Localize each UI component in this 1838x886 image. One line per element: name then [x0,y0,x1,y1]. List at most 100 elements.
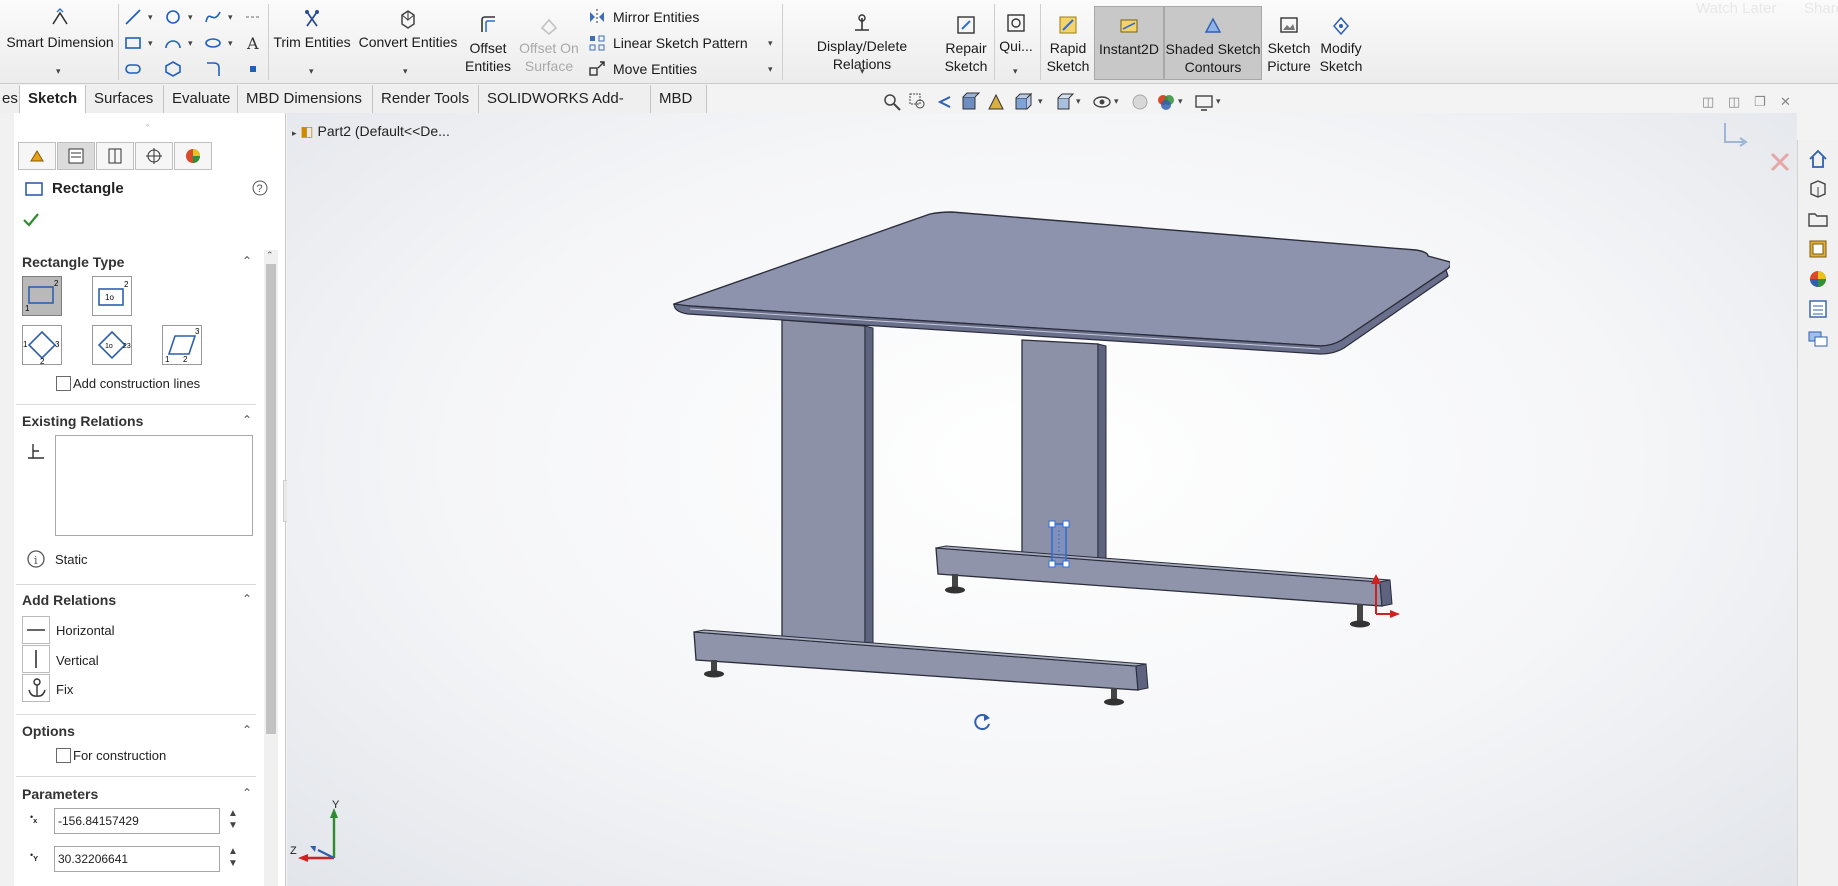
zoom-to-area-icon[interactable] [908,92,928,112]
configurationmanager-tab[interactable] [96,142,134,170]
fillet-icon[interactable] [204,60,222,78]
rectangle-icon[interactable] [124,34,142,52]
tab-features[interactable]: es [0,85,20,113]
rapid-sketch-button[interactable]: Rapid Sketch [1042,14,1094,75]
tab-mbd[interactable]: MBD [651,85,707,113]
view-orientation-dropdown-icon[interactable]: ▾ [1038,96,1043,107]
close-window-icon[interactable]: ✕ [1780,94,1791,110]
cancel-sketch-icon[interactable] [1768,150,1792,174]
sketched-rectangle[interactable] [1048,520,1070,568]
mirror-entities-button[interactable]: Mirror Entities [613,9,699,25]
instant2d-button[interactable]: Instant2D [1094,6,1164,80]
parallelogram-button[interactable]: 1 2 3 [162,325,202,365]
sketch-picture-button[interactable]: Sketch Picture [1264,14,1314,75]
polygon-icon[interactable] [164,60,182,78]
fix-relation-label[interactable]: Fix [56,682,73,697]
3-point-center-rectangle-button[interactable]: 1o 23 [92,325,132,365]
point-icon[interactable] [244,60,262,78]
circle-icon[interactable] [164,8,182,26]
appearances-icon[interactable] [1807,268,1829,290]
x-coordinate-input[interactable]: -156.84157429 [54,808,220,834]
tab-mbd-dimensions[interactable]: MBD Dimensions [238,85,373,113]
centerline-icon[interactable] [244,8,262,26]
quick-snaps-dropdown-icon[interactable]: ▾ [1013,66,1018,77]
scroll-up-icon[interactable]: ⌃ [266,250,274,261]
design-library-icon[interactable] [1807,178,1829,200]
repair-sketch-button[interactable]: Repair Sketch [940,14,992,75]
dimxpertmanager-tab[interactable] [135,142,173,170]
custom-properties-icon[interactable] [1807,298,1829,320]
x-spinner-icon[interactable]: ▲ ▼ [228,808,238,832]
section-view-icon[interactable] [960,92,980,112]
back-leg[interactable] [935,339,1393,607]
trim-entities-button[interactable]: Trim Entities [272,8,352,51]
tab-evaluate[interactable]: Evaluate [164,85,238,113]
for-construction-checkbox[interactable] [56,748,71,763]
apply-scene-dropdown-icon[interactable]: ▾ [1178,96,1183,107]
exit-sketch-icon[interactable] [1722,120,1756,156]
tab-sketch[interactable]: Sketch [20,85,86,113]
hide-show-dropdown-icon[interactable]: ▾ [1114,96,1119,107]
previous-view-icon[interactable] [934,92,954,112]
help-icon[interactable]: ? [252,180,268,196]
slot-icon[interactable] [124,60,142,78]
expand-arrow-icon[interactable]: ▸ [292,128,297,138]
spline-dropdown-icon[interactable]: ▾ [228,12,233,23]
trim-dropdown-icon[interactable]: ▾ [309,66,314,77]
existing-relations-collapse-icon[interactable]: ⌃ [242,413,252,427]
spline-icon[interactable] [204,8,222,26]
tab-surfaces[interactable]: Surfaces [86,85,164,113]
corner-rectangle-button[interactable]: 12 [22,276,62,316]
shaded-sketch-contours-button[interactable]: Shaded Sketch Contours [1164,6,1262,80]
ellipse-dropdown-icon[interactable]: ▾ [228,38,233,49]
arc-dropdown-icon[interactable]: ▾ [188,38,193,49]
circle-dropdown-icon[interactable]: ▾ [188,12,193,23]
arc-icon[interactable] [164,34,182,52]
view-settings-dropdown-icon[interactable]: ▾ [1216,96,1221,107]
offset-on-surface-button[interactable]: Offset On Surface [516,14,582,75]
view-settings-icon[interactable] [1194,92,1214,112]
view-palette-icon[interactable] [1807,238,1829,260]
apply-scene-icon[interactable] [1156,92,1176,112]
pattern-dropdown-icon[interactable]: ▾ [768,38,773,49]
flyout-tree-root[interactable]: ▸ ◧ Part2 (Default<<De... [292,123,450,140]
line-dropdown-icon[interactable]: ▾ [148,12,153,23]
move-entities-button[interactable]: Move Entities [613,61,697,77]
horizontal-relation-button[interactable] [22,616,50,644]
add-construction-lines-checkbox[interactable] [56,376,71,391]
property-manager-scrollbar[interactable]: ⌃ [264,250,278,886]
fix-relation-button[interactable] [22,674,50,702]
restore-window-icon[interactable]: ❐ [1754,94,1766,110]
table-3d-model[interactable] [660,200,1450,720]
tile-left-icon[interactable]: ◫ [1702,94,1714,110]
y-coordinate-input[interactable]: 30.32206641 [54,846,220,872]
rectangle-dropdown-icon[interactable]: ▾ [148,38,153,49]
rectangle-type-collapse-icon[interactable]: ⌃ [242,254,252,268]
tab-solidworks-add-ins[interactable]: SOLIDWORKS Add-Ins [479,85,651,135]
tile-right-icon[interactable]: ◫ [1728,94,1740,110]
dynamic-annotation-view-icon[interactable] [986,92,1006,112]
featuremanager-tab[interactable] [18,142,56,170]
existing-relations-list[interactable] [55,435,253,536]
3-point-corner-rectangle-button[interactable]: 1 3 2 [22,325,62,366]
y-spinner-icon[interactable]: ▲ ▼ [228,846,238,870]
horizontal-relation-label[interactable]: Horizontal [56,623,115,638]
convert-entities-button[interactable]: Convert Entities [354,8,462,51]
displaymanager-tab[interactable] [174,142,212,170]
smart-dimension-button[interactable]: Smart Dimension [4,8,116,51]
line-icon[interactable] [124,8,142,26]
home-icon[interactable] [1807,148,1829,170]
relations-dropdown-icon[interactable]: ▾ [860,66,865,77]
zoom-to-fit-icon[interactable] [882,92,902,112]
propertymanager-tab[interactable] [57,142,95,170]
move-dropdown-icon[interactable]: ▾ [768,64,773,75]
tab-render-tools[interactable]: Render Tools [373,85,479,113]
scrollbar-thumb[interactable] [266,264,276,734]
display-delete-relations-button[interactable]: Display/Delete Relations [786,12,938,73]
forum-icon[interactable] [1807,328,1829,350]
view-orientation-icon[interactable] [1012,92,1032,112]
watch-later-label[interactable]: Watch Later [1696,0,1776,17]
hide-show-items-icon[interactable] [1092,92,1112,112]
display-style-icon[interactable] [1054,92,1074,112]
modify-sketch-button[interactable]: Modify Sketch [1314,14,1368,75]
